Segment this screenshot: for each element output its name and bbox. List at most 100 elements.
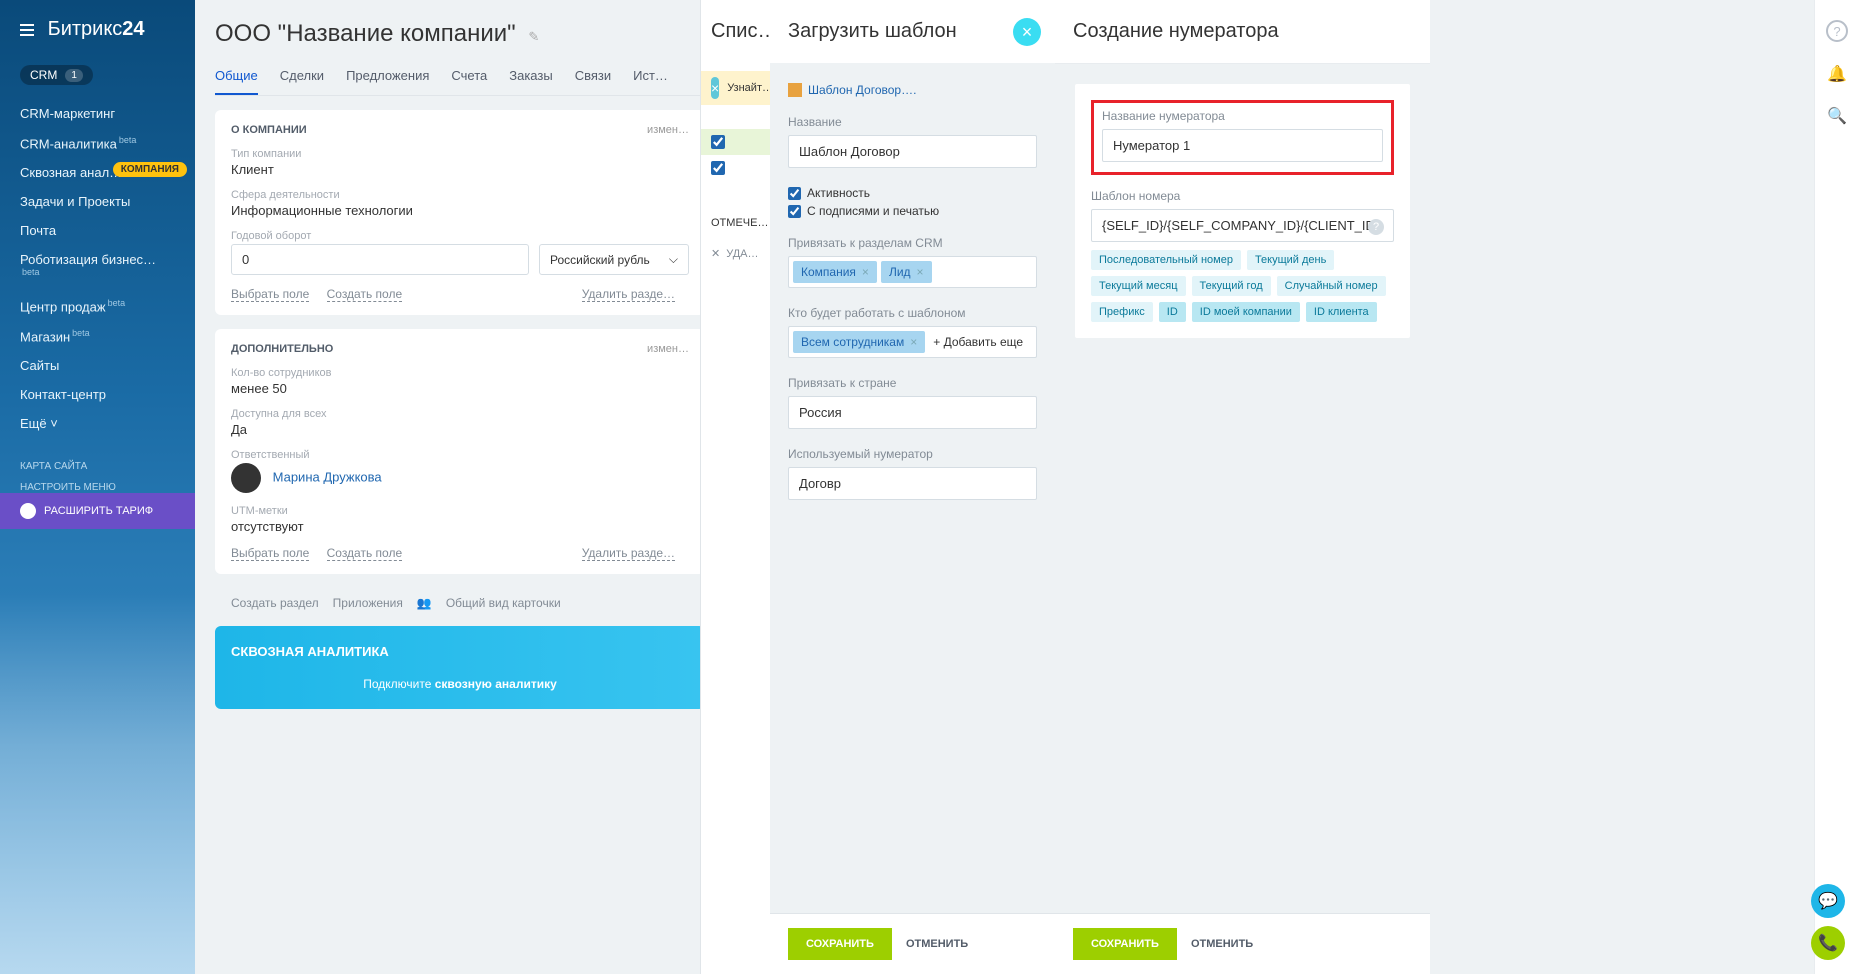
tag-lead[interactable]: Лид× [881,261,932,283]
template-tag[interactable]: ID моей компании [1192,302,1300,322]
save-button[interactable]: СОХРАНИТЬ [1073,928,1177,960]
change-link[interactable]: измен… [647,124,689,136]
apps-link[interactable]: Приложения [333,596,403,610]
load-body: Шаблон Договор…. Название Активность С п… [770,63,1055,913]
template-input[interactable] [1091,209,1394,242]
tab[interactable]: Связи [575,68,611,95]
remove-icon[interactable]: × [917,265,924,279]
sidebar-item[interactable]: Почта [0,216,195,245]
create-field-link[interactable]: Создать поле [327,546,403,561]
template-name-input[interactable] [788,135,1037,168]
sidebar-item[interactable]: Контакт-центр [0,380,195,409]
mid-title: Спис… [701,20,780,71]
sidebar-item[interactable]: Сайты [0,351,195,380]
sidebar-item[interactable]: Центр продажbeta [0,291,195,321]
help-icon[interactable]: ? [1826,20,1848,42]
tag-company[interactable]: Компания× [793,261,877,283]
template-tag[interactable]: Последовательный номер [1091,250,1241,270]
select-field-link[interactable]: Выбрать поле [231,546,309,561]
create-section-link[interactable]: Создать раздел [231,596,319,610]
template-tag[interactable]: ID [1159,302,1186,322]
expand-tariff-button[interactable]: РАСШИРИТЬ ТАРИФ [0,493,195,529]
search-icon[interactable]: 🔍 [1827,106,1847,126]
chat-fab[interactable]: 💬 [1811,884,1845,918]
delete-section-link[interactable]: Удалить разде… [582,546,675,561]
turnover-input[interactable] [231,244,529,275]
beta-badge: beta [119,135,137,145]
sidebar-item[interactable]: Магазинbeta [0,321,195,351]
sidebar: Битрикс24 CRM 1 CRM-маркетингCRM-аналити… [0,0,195,974]
checkbox[interactable] [711,135,725,149]
checkbox[interactable] [711,161,725,175]
template-tag[interactable]: Текущий месяц [1091,276,1186,296]
template-tag[interactable]: Случайный номер [1277,276,1386,296]
numerator-input[interactable] [788,467,1037,500]
stamp-checkbox[interactable] [788,205,801,218]
num-card: Название нумератора Шаблон номера ? Посл… [1075,84,1410,338]
template-tag[interactable]: Текущий день [1247,250,1334,270]
close-button[interactable]: × [1013,18,1041,46]
highlight-box: Название нумератора [1091,100,1394,175]
create-field-link[interactable]: Создать поле [327,287,403,302]
save-button[interactable]: СОХРАНИТЬ [788,928,892,960]
template-tag[interactable]: Текущий год [1192,276,1271,296]
remove-icon[interactable]: × [910,335,917,349]
currency-select[interactable]: Российский рубль ⌵ [539,244,689,275]
sidebar-item[interactable]: CRM-аналитикаbeta [0,128,195,158]
tab[interactable]: Общие [215,68,258,95]
mid-row [701,105,780,129]
tag-all[interactable]: Всем сотрудникам× [793,331,925,353]
delete-section-link[interactable]: Удалить разде… [582,287,675,302]
tab[interactable]: Счета [451,68,487,95]
country-input[interactable] [788,396,1037,429]
mid-row[interactable] [701,155,780,181]
cancel-button[interactable]: ОТМЕНИТЬ [906,938,968,950]
close-icon[interactable]: × [711,77,719,99]
logo[interactable]: Битрикс24 [0,0,195,59]
bell-icon[interactable]: 🔔 [1827,64,1847,84]
phone-icon: 📞 [1818,933,1838,953]
template-tag[interactable]: Префикс [1091,302,1153,322]
bind-tagbox[interactable]: Компания× Лид× [788,256,1037,288]
cancel-button[interactable]: ОТМЕНИТЬ [1191,938,1253,950]
pencil-icon[interactable]: ✎ [528,29,539,44]
sidebar-item[interactable]: Задачи и Проекты [0,187,195,216]
avatar-icon [231,463,261,493]
about-title: О КОМПАНИИ измен… [231,124,689,136]
mid-delete[interactable]: ✕ УДА… [701,235,780,272]
sidebar-item[interactable]: Ещё ˅ [0,409,195,438]
mid-row-green[interactable] [701,129,780,155]
card-view-link[interactable]: Общий вид карточки [446,596,561,610]
who-tagbox[interactable]: Всем сотрудникам× + Добавить еще [788,326,1037,358]
sidebar-item[interactable]: Сквозная анал…КОМПАНИЯ [0,158,195,187]
tab[interactable]: Сделки [280,68,324,95]
tab[interactable]: Заказы [509,68,552,95]
phone-fab[interactable]: 📞 [1811,926,1845,960]
tab[interactable]: Предложения [346,68,429,95]
template-tag[interactable]: ID клиента [1306,302,1377,322]
help-icon[interactable]: ? [1368,219,1384,235]
beta-badge: beta [108,298,126,308]
sidebar-item[interactable]: Роботизация бизнес…beta [0,245,195,290]
remove-icon[interactable]: × [862,265,869,279]
tag-badge: КОМПАНИЯ [113,162,187,177]
sidebar-sub-item[interactable]: КАРТА САЙТА [0,456,195,477]
change-link[interactable]: измен… [647,343,689,355]
active-checkbox[interactable] [788,187,801,200]
crm-label: CRM [30,68,57,82]
sidebar-item[interactable]: CRM-маркетинг [0,99,195,128]
people-icon: 👥 [417,596,432,610]
hamburger-icon[interactable] [20,24,34,36]
crm-badge[interactable]: CRM 1 [20,65,93,85]
doc-link[interactable]: Шаблон Договор…. [788,83,1037,97]
responsible-person[interactable]: Марина Дружкова [231,463,689,493]
numerator-name-input[interactable] [1102,129,1383,162]
analytics-banner[interactable]: СКВОЗНАЯ АНАЛИТИКА Подключите сквозную а… [215,626,705,709]
turnover-label: Годовой оборот [231,230,689,242]
add-more-link[interactable]: + Добавить еще [929,331,1027,353]
who-label: Кто будет работать с шаблоном [788,306,1037,320]
tab[interactable]: Ист… [633,68,668,95]
select-field-link[interactable]: Выбрать поле [231,287,309,302]
emp-value: менее 50 [231,381,689,396]
clouds-decoration [0,594,195,974]
